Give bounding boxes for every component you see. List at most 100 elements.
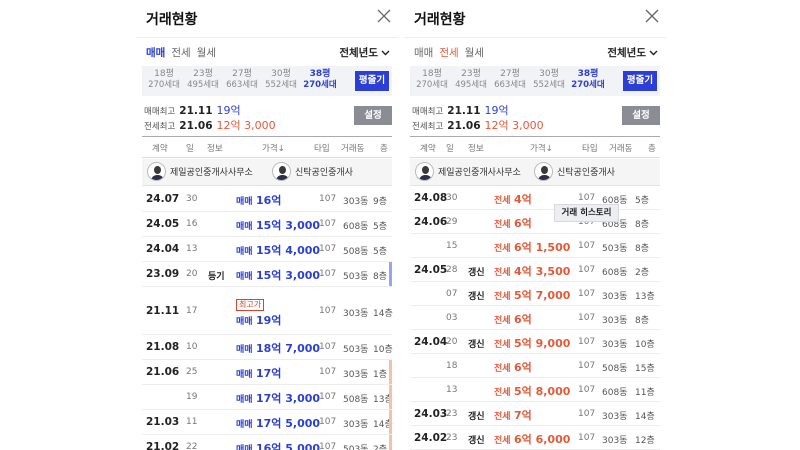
- deal-type-label: 전세: [494, 435, 511, 446]
- close-icon[interactable]: [376, 8, 392, 24]
- size-option-23[interactable]: 23평 495세대: [183, 69, 223, 91]
- size-option-30[interactable]: 30평 552세대: [261, 69, 301, 91]
- size-option-27[interactable]: 27평 663세대: [490, 69, 530, 91]
- deal-type-label: 매매: [236, 247, 253, 257]
- table-row[interactable]: 21.03 11 매매 17억 5,000 107 303동 14층: [142, 410, 393, 435]
- agent-name: 신탁공인중개사: [295, 168, 353, 178]
- table-row[interactable]: 24.05 16 매매 15억 3,000 107 608동 5층: [142, 212, 392, 237]
- col-floor: 층: [648, 144, 656, 154]
- tab-sale[interactable]: 매매: [414, 45, 433, 60]
- avatar: [415, 162, 434, 181]
- unit-type: 107: [319, 305, 337, 316]
- contract-date: 21.08: [146, 341, 180, 353]
- agent-1[interactable]: 제일공인중개사사무소: [147, 162, 253, 181]
- table-row[interactable]: 21.06 25 매매 17억 107 303동 1층: [142, 360, 392, 385]
- agent-2[interactable]: 신탁공인중개사: [534, 162, 615, 181]
- table-row[interactable]: 13 전세 5억 8,000 107 608동 11층: [410, 378, 660, 402]
- table-row[interactable]: 23.09 20 등기 매매 15억 3,000 107 503동 8층: [142, 262, 392, 287]
- table-row[interactable]: 21.08 10 매매 18억 7,000 107 503동 10층: [142, 335, 393, 360]
- col-day: 일: [186, 144, 194, 154]
- tab-monthly[interactable]: 월세: [197, 45, 216, 60]
- table-row[interactable]: 15 전세 6억 1,500 107 503동 8층: [410, 234, 660, 258]
- unit-type: 107: [319, 194, 337, 204]
- unit-type: 107: [578, 408, 596, 419]
- fold-button[interactable]: 평줄기: [355, 71, 389, 91]
- agent-1[interactable]: 제일공인중개사사무소: [415, 162, 521, 181]
- unit-type: 107: [578, 360, 596, 371]
- info-badge: 갱신: [468, 435, 485, 446]
- size-option-38[interactable]: 38평 270세대: [568, 69, 608, 91]
- tab-sale[interactable]: 매매: [146, 45, 165, 60]
- tab-monthly[interactable]: 월세: [465, 45, 484, 60]
- contract-date: 21.06: [146, 366, 180, 378]
- trade-history-tooltip[interactable]: 거래 히스토리: [554, 204, 619, 222]
- deal-type-label: 전세: [494, 243, 511, 254]
- deal-type-tabs: 매매 전세 월세: [146, 45, 216, 60]
- contract-day: 13: [446, 384, 458, 395]
- building-dong: 303동: [602, 315, 628, 326]
- size-option-18[interactable]: 18평 270세대: [144, 69, 184, 91]
- table-row[interactable]: 24.02 23 갱신 전세 6억 6,000 107 303동 12층: [410, 426, 660, 450]
- settings-button[interactable]: 설정: [354, 106, 392, 125]
- tab-jeonse[interactable]: 전세: [171, 45, 190, 60]
- year-select[interactable]: 전체년도: [607, 45, 658, 60]
- settings-button[interactable]: 설정: [622, 106, 660, 125]
- building-dong: 303동: [602, 291, 628, 302]
- building-dong: 503동: [343, 345, 369, 355]
- close-icon[interactable]: [644, 8, 660, 24]
- contract-day: 20: [446, 336, 458, 347]
- fold-button[interactable]: 평줄기: [623, 71, 657, 91]
- deal-type-label: 매매: [236, 197, 253, 207]
- deal-type-label: 전세: [494, 315, 511, 326]
- size-option-30[interactable]: 30평 552세대: [529, 69, 569, 91]
- price: 5억 9,000: [514, 336, 571, 350]
- building-dong: 608동: [602, 387, 628, 398]
- col-price[interactable]: 가격↓: [262, 142, 285, 154]
- col-info: 정보: [468, 144, 484, 154]
- table-row[interactable]: 18 전세 6억 107 508동 15층: [410, 354, 660, 378]
- table-row[interactable]: 03 전세 6억 107 303동 8층: [410, 306, 660, 330]
- table-row[interactable]: 24.04 20 갱신 전세 5억 9,000 107 303동 10층: [410, 330, 660, 354]
- tab-jeonse[interactable]: 전세: [439, 45, 458, 60]
- table-row[interactable]: 24.0629전세6억107608동8층: [410, 210, 660, 234]
- price: 16억 5,000: [256, 442, 321, 450]
- price: 15억 3,000: [256, 219, 321, 232]
- size-option-18[interactable]: 18평 270세대: [412, 69, 452, 91]
- table-row[interactable]: 24.03 23 갱신 전세 7억 107 303동 14층: [410, 402, 660, 426]
- table-row[interactable]: 21.02 22 매매 16억 5,000 107 503동 2층: [142, 435, 392, 450]
- table-row[interactable]: 21.11 17 매매 19억 107 303동 14층 최고가: [142, 287, 393, 335]
- table-row[interactable]: 19 매매 17억 3,000 107 508동 13층: [142, 385, 393, 410]
- unit-type: 107: [578, 312, 596, 323]
- price: 15억 4,000: [256, 244, 321, 257]
- info-badge: 갱신: [468, 267, 485, 278]
- table-row[interactable]: 24.08 30 전세 4억 107 608동 5층: [410, 186, 660, 210]
- size-option-27[interactable]: 27평 663세대: [222, 69, 262, 91]
- deal-type-label: 전세: [494, 363, 511, 374]
- agent-2[interactable]: 신탁공인중개사: [272, 162, 353, 181]
- year-select[interactable]: 전체년도: [339, 45, 390, 60]
- size-option-38[interactable]: 38평 270세대: [300, 69, 340, 91]
- table-row[interactable]: 24.07 30 매매 16억 107 303동 9층: [142, 187, 392, 212]
- table-row[interactable]: 07 갱신 전세 5억 7,000 107 303동 13층: [410, 282, 660, 306]
- table-row[interactable]: 24.05 28 갱신 전세 4억 3,500 107 608동 2층: [410, 258, 660, 282]
- contract-date: 24.03: [414, 407, 448, 420]
- price: 16억: [256, 194, 282, 207]
- floor: 9층: [373, 197, 388, 207]
- table-row[interactable]: 24.04 13 매매 15억 4,000 107 508동 5층: [142, 237, 392, 262]
- agent-strip: 제일공인중개사사무소 신탁공인중개사: [142, 159, 392, 186]
- unit-type: 107: [578, 336, 596, 347]
- contract-day: 17: [186, 305, 198, 316]
- col-floor: 층: [380, 144, 388, 154]
- size-option-23[interactable]: 23평 495세대: [451, 69, 491, 91]
- contract-day: 07: [446, 288, 458, 299]
- contract-date: 24.04: [414, 335, 448, 348]
- col-price[interactable]: 가격↓: [530, 142, 553, 154]
- floor: 5층: [635, 195, 650, 206]
- col-day: 일: [446, 144, 454, 154]
- contract-day: 03: [446, 312, 458, 323]
- building-dong: 508동: [343, 247, 369, 257]
- floor: 2층: [373, 445, 388, 450]
- price: 6억: [514, 216, 532, 230]
- building-dong: 303동: [343, 308, 369, 319]
- price: 7억: [514, 408, 532, 422]
